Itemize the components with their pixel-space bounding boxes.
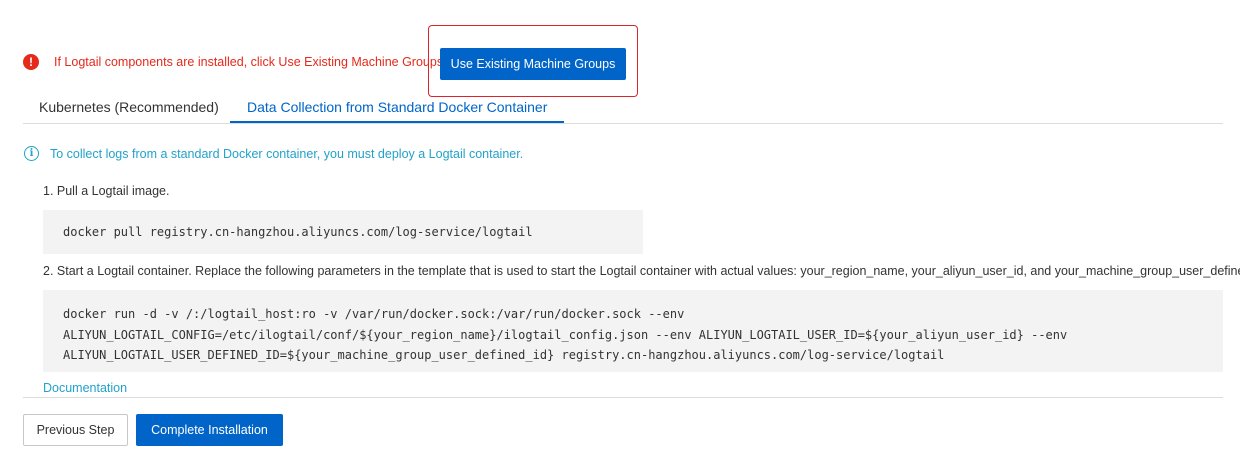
exclamation-circle-icon: !	[23, 54, 39, 70]
code-line: ALIYUN_LOGTAIL_USER_DEFINED_ID=${your_ma…	[63, 348, 945, 362]
tab-standard-docker[interactable]: Data Collection from Standard Docker Con…	[230, 92, 565, 123]
step-2-text: 2. Start a Logtail container. Replace th…	[43, 264, 1240, 278]
info-circle-icon: i	[24, 146, 39, 161]
use-existing-machine-groups-button[interactable]: Use Existing Machine Groups	[440, 48, 626, 80]
previous-step-button[interactable]: Previous Step	[23, 414, 128, 446]
documentation-link[interactable]: Documentation	[43, 381, 127, 395]
warning-message: ! If Logtail components are installed, c…	[23, 54, 447, 70]
code-block-run: docker run -d -v /:/logtail_host:ro -v /…	[43, 290, 1223, 372]
tab-bar: Kubernetes (Recommended) Data Collection…	[23, 92, 1223, 124]
info-text: To collect logs from a standard Docker c…	[50, 146, 524, 161]
code-line: ALIYUN_LOGTAIL_CONFIG=/etc/ilogtail/conf…	[63, 327, 1068, 342]
info-message: i To collect logs from a standard Docker…	[24, 146, 523, 161]
code-block-pull: docker pull registry.cn-hangzhou.aliyunc…	[43, 210, 643, 254]
code-line: docker pull registry.cn-hangzhou.aliyunc…	[63, 225, 533, 239]
code-line: docker run -d -v /:/logtail_host:ro -v /…	[63, 307, 685, 321]
tab-kubernetes[interactable]: Kubernetes (Recommended)	[39, 92, 219, 123]
footer-divider	[23, 397, 1223, 398]
step-1-text: 1. Pull a Logtail image.	[43, 184, 170, 198]
complete-installation-button[interactable]: Complete Installation	[136, 414, 283, 446]
warning-text: If Logtail components are installed, cli…	[54, 55, 447, 69]
install-logtail-page: ! If Logtail components are installed, c…	[0, 0, 1240, 455]
